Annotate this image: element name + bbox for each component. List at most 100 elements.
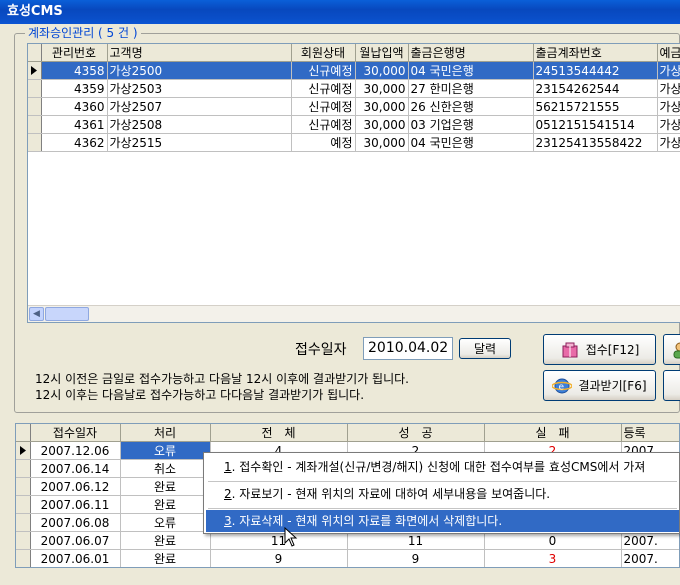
cell-account-no[interactable]: 56215721555 <box>533 97 658 116</box>
cell-status[interactable]: 신규예정 <box>291 79 356 98</box>
row-indicator[interactable] <box>28 79 42 98</box>
cell-account-no[interactable]: 23154262544 <box>533 79 658 98</box>
cell-total[interactable]: 11 <box>210 531 348 550</box>
cell-process[interactable]: 완료 <box>120 549 211 567</box>
cell-depositor[interactable]: 가상 <box>657 79 680 98</box>
receipt-date-input[interactable]: 2010.04.02 <box>363 337 453 360</box>
row-indicator[interactable] <box>28 97 42 116</box>
cell-amount[interactable]: 30,000 <box>355 115 409 134</box>
row-indicator[interactable] <box>16 477 31 496</box>
col-header-bank[interactable]: 출금은행명 <box>408 44 534 62</box>
account-row[interactable]: 4358 가상2500 신규예정 30,000 04 국민은행 24513544442 가상 <box>28 61 680 80</box>
row-indicator[interactable] <box>16 549 31 567</box>
cell-process[interactable]: 취소 <box>120 459 211 478</box>
cell-receipt-date[interactable]: 2007.06.07 <box>30 531 121 550</box>
col-header-receipt-date[interactable]: 접수일자 <box>30 424 121 442</box>
user-button[interactable] <box>663 334 680 365</box>
cell-amount[interactable]: 30,000 <box>355 133 409 152</box>
cell-process[interactable]: 완료 <box>120 531 211 550</box>
menu-item-receipt-check[interactable]: 1. 접수확인 - 계좌개설(신규/변경/해지) 신청에 대한 접수여부를 효성… <box>206 456 679 478</box>
cell-amount[interactable]: 30,000 <box>355 97 409 116</box>
cell-customer[interactable]: 가상2507 <box>107 97 292 116</box>
cell-id[interactable]: 4362 <box>41 133 108 152</box>
cell-account-no[interactable]: 24513544442 <box>533 61 658 80</box>
cell-total[interactable]: 9 <box>210 549 348 567</box>
cell-process[interactable]: 오류 <box>120 513 211 532</box>
col-header-process[interactable]: 처리 <box>120 424 211 442</box>
cell-receipt-date[interactable]: 2007.06.14 <box>30 459 121 478</box>
cell-id[interactable]: 4361 <box>41 115 108 134</box>
col-header-success[interactable]: 성 공 <box>347 424 485 442</box>
account-row[interactable]: 4359 가상2503 신규예정 30,000 27 한미은행 23154262544 가상 <box>28 79 680 98</box>
cell-receipt-date[interactable]: 2007.06.12 <box>30 477 121 496</box>
cell-bank[interactable]: 04 국민은행 <box>408 133 534 152</box>
window-title-bar[interactable]: 효성CMS <box>0 0 680 24</box>
col-header-registered[interactable]: 등록 <box>621 424 679 442</box>
row-indicator[interactable] <box>28 133 42 152</box>
row-indicator[interactable] <box>16 531 31 550</box>
cell-process[interactable]: 오류 <box>120 441 211 460</box>
col-header-amount[interactable]: 월납입액 <box>355 44 409 62</box>
cell-depositor[interactable]: 가상 <box>657 133 680 152</box>
cell-id[interactable]: 4359 <box>41 79 108 98</box>
cell-status[interactable]: 신규예정 <box>291 61 356 80</box>
cell-customer[interactable]: 가상2508 <box>107 115 292 134</box>
col-header-account-no[interactable]: 출금계좌번호 <box>533 44 658 62</box>
cell-bank[interactable]: 03 기업은행 <box>408 115 534 134</box>
cell-bank[interactable]: 27 한미은행 <box>408 79 534 98</box>
cell-fail[interactable]: 3 <box>484 549 622 567</box>
cell-success[interactable]: 11 <box>347 531 485 550</box>
cell-registered[interactable]: 2007. <box>621 531 679 550</box>
cell-status[interactable]: 신규예정 <box>291 97 356 116</box>
cell-account-no[interactable]: 23125413558422 <box>533 133 658 152</box>
cell-id[interactable]: 4358 <box>41 61 108 80</box>
row-indicator[interactable] <box>16 459 31 478</box>
cell-process[interactable]: 완료 <box>120 477 211 496</box>
cell-registered[interactable]: 2007. <box>621 549 679 567</box>
cell-account-no[interactable]: 0512151541514 <box>533 115 658 134</box>
row-indicator[interactable] <box>16 495 31 514</box>
history-row[interactable]: 2007.06.01 완료 9 9 3 2007. <box>16 549 679 567</box>
cell-depositor[interactable]: 가상 <box>657 115 680 134</box>
cell-amount[interactable]: 30,000 <box>355 61 409 80</box>
cell-customer[interactable]: 가상2500 <box>107 61 292 80</box>
result-button[interactable]: e 결과받기[F6] <box>543 370 656 401</box>
cell-bank[interactable]: 26 신한은행 <box>408 97 534 116</box>
menu-item-delete-data[interactable]: 3. 자료삭제 - 현재 위치의 자료를 화면에서 삭제합니다. <box>206 510 679 532</box>
cell-success[interactable]: 9 <box>347 549 485 567</box>
calendar-button[interactable]: 달력 <box>459 338 511 359</box>
account-grid-hscrollbar[interactable]: ◀ <box>28 305 680 322</box>
row-indicator[interactable] <box>16 513 31 532</box>
submit-button[interactable]: 접수[F12] <box>543 334 656 365</box>
col-header-customer[interactable]: 고객명 <box>107 44 292 62</box>
cell-process[interactable]: 완료 <box>120 495 211 514</box>
cell-customer[interactable]: 가상2503 <box>107 79 292 98</box>
account-row[interactable]: 4361 가상2508 신규예정 30,000 03 기업은행 0512151541514… <box>28 115 680 134</box>
menu-item-view-data[interactable]: 2. 자료보기 - 현재 위치의 자료에 대하여 세부내용을 보여줍니다. <box>206 483 679 505</box>
cell-receipt-date[interactable]: 2007.06.08 <box>30 513 121 532</box>
account-row[interactable]: 4362 가상2515 예정 30,000 04 국민은행 23125413558422 가… <box>28 133 680 152</box>
cell-depositor[interactable]: 가상 <box>657 61 680 80</box>
account-grid[interactable]: 관리번호 고객명 회원상태 월납입액 출금은행명 출금계좌번호 예금 4358 가… <box>27 43 680 323</box>
row-indicator[interactable] <box>16 441 31 460</box>
row-indicator[interactable] <box>28 61 42 80</box>
cell-customer[interactable]: 가상2515 <box>107 133 292 152</box>
history-row[interactable]: 2007.06.07 완료 11 11 0 2007. <box>16 531 679 550</box>
col-header-fail[interactable]: 실 패 <box>484 424 622 442</box>
scroll-left-arrow-icon[interactable]: ◀ <box>29 307 44 321</box>
col-header-id[interactable]: 관리번호 <box>41 44 108 62</box>
col-header-total[interactable]: 전 체 <box>210 424 348 442</box>
cell-status[interactable]: 신규예정 <box>291 115 356 134</box>
cell-receipt-date[interactable]: 2007.12.06 <box>30 441 121 460</box>
cell-id[interactable]: 4360 <box>41 97 108 116</box>
cell-bank[interactable]: 04 국민은행 <box>408 61 534 80</box>
col-header-status[interactable]: 회원상태 <box>291 44 356 62</box>
cell-receipt-date[interactable]: 2007.06.11 <box>30 495 121 514</box>
cell-fail[interactable]: 0 <box>484 531 622 550</box>
cell-receipt-date[interactable]: 2007.06.01 <box>30 549 121 567</box>
cell-amount[interactable]: 30,000 <box>355 79 409 98</box>
cell-status[interactable]: 예정 <box>291 133 356 152</box>
scroll-thumb[interactable] <box>45 307 89 321</box>
row-indicator[interactable] <box>28 115 42 134</box>
col-header-depositor[interactable]: 예금 <box>657 44 680 62</box>
